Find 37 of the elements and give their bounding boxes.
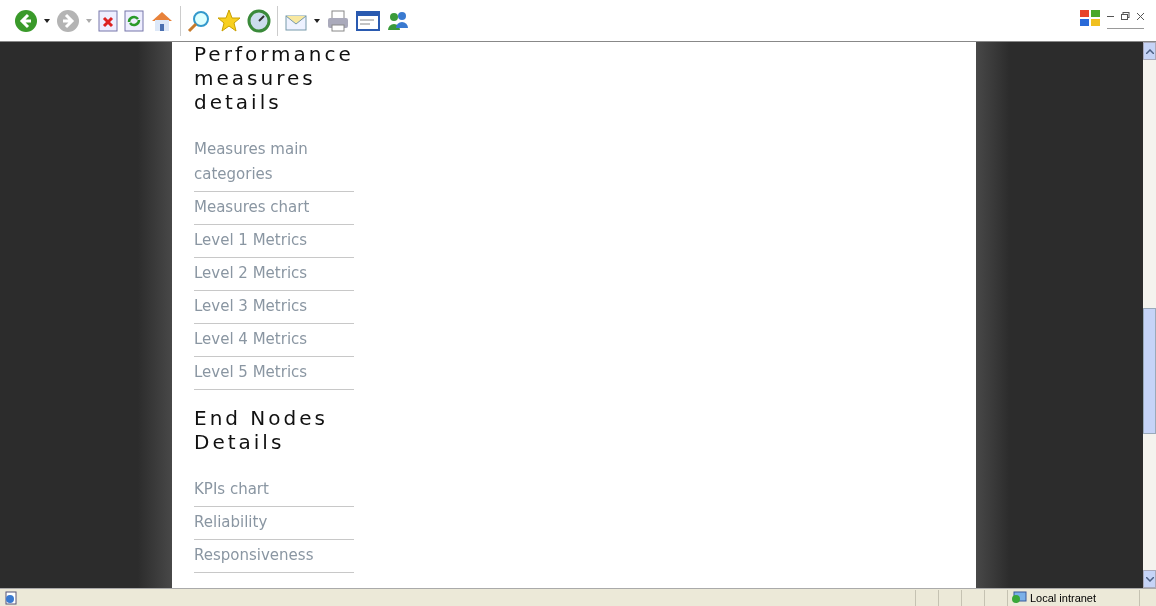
- scrollbar[interactable]: [1143, 42, 1156, 588]
- refresh-icon[interactable]: [124, 9, 144, 32]
- scroll-thumb[interactable]: [1143, 308, 1156, 434]
- page-icon: [4, 590, 18, 605]
- chevron-up-icon: [1145, 48, 1154, 54]
- globe-icon: [1011, 590, 1027, 605]
- star-icon[interactable]: [217, 8, 241, 33]
- printer-icon[interactable]: [326, 9, 350, 32]
- nav-link[interactable]: Level 4 Metrics: [194, 327, 354, 352]
- nav-link[interactable]: KPIs chart: [194, 477, 354, 502]
- scroll-down-button[interactable]: [1143, 570, 1156, 588]
- nav-link[interactable]: Level 5 Metrics: [194, 360, 354, 385]
- section-heading: End Nodes Details: [194, 406, 329, 454]
- scroll-up-button[interactable]: [1143, 42, 1156, 60]
- dropdown-arrow-icon[interactable]: [314, 18, 320, 23]
- nav-link[interactable]: Level 2 Metrics: [194, 261, 354, 286]
- back-icon[interactable]: [14, 8, 38, 33]
- windows-logo-icon: [1079, 9, 1101, 27]
- zone-label: Local intranet: [1030, 591, 1097, 604]
- nav-link[interactable]: Measures chart: [194, 195, 354, 220]
- messenger-icon[interactable]: [386, 9, 410, 32]
- restore-icon[interactable]: [1121, 12, 1130, 20]
- search-icon[interactable]: [187, 8, 211, 33]
- nav-link[interactable]: Responsiveness: [194, 543, 354, 568]
- history-icon[interactable]: [247, 8, 271, 33]
- section-heading: Performance measures details: [194, 42, 355, 114]
- dropdown-arrow-icon[interactable]: [44, 18, 50, 23]
- chevron-down-icon: [1145, 576, 1154, 582]
- home-icon[interactable]: [150, 9, 174, 32]
- edit-icon[interactable]: [356, 9, 380, 32]
- nav-link[interactable]: Reliability: [194, 510, 354, 535]
- close-icon[interactable]: [1137, 12, 1144, 20]
- nav-link[interactable]: Measures main categories: [194, 137, 354, 187]
- stop-icon[interactable]: [98, 9, 118, 32]
- minimize-icon[interactable]: [1107, 15, 1114, 17]
- nav-link[interactable]: Level 1 Metrics: [194, 228, 354, 253]
- nav-link[interactable]: Level 3 Metrics: [194, 294, 354, 319]
